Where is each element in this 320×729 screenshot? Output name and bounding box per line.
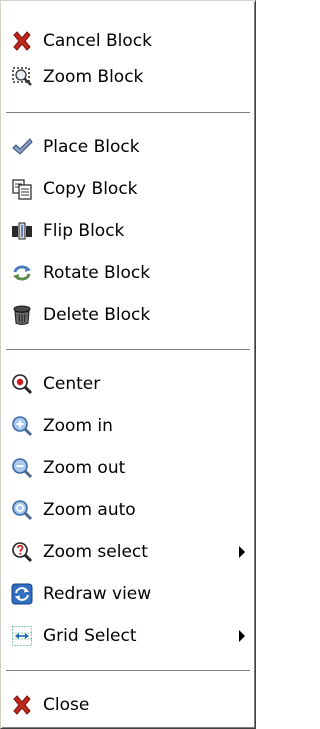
- red-x-icon: [11, 694, 33, 716]
- menu-item-label: Zoom auto: [43, 500, 136, 520]
- menu-item-grid-select[interactable]: Grid Select: [4, 616, 252, 656]
- menu-separator: [6, 670, 250, 672]
- menu-item-label: Flip Block: [43, 221, 125, 241]
- flip-icon: [11, 220, 33, 242]
- checkmark-icon: [11, 136, 33, 158]
- menu-item-rotate-block[interactable]: Rotate Block: [4, 253, 252, 293]
- grid-select-icon: [11, 625, 33, 647]
- rotate-icon: [11, 262, 33, 284]
- menu-item-label: Zoom in: [43, 416, 113, 436]
- menu-item-delete-block[interactable]: Delete Block: [4, 295, 252, 335]
- menu-item-center[interactable]: Center: [4, 364, 252, 404]
- center-magnifier-icon: [11, 373, 33, 395]
- zoom-select-icon: [11, 541, 33, 563]
- copy-icon: [11, 178, 33, 200]
- menu-item-label: Delete Block: [43, 305, 151, 325]
- submenu-arrow-icon: [239, 630, 245, 642]
- menu-item-label: Place Block: [43, 137, 140, 157]
- menu-item-redraw-view[interactable]: Redraw view: [4, 574, 252, 614]
- menu-item-label: Close: [43, 695, 90, 715]
- menu-item-place-block[interactable]: Place Block: [4, 127, 252, 167]
- red-x-icon: [11, 30, 33, 52]
- menu-item-close[interactable]: Close: [4, 685, 252, 725]
- menu-item-label: Cancel Block: [43, 31, 152, 51]
- menu-item-copy-block[interactable]: Copy Block: [4, 169, 252, 209]
- menu-item-label: Redraw view: [43, 584, 152, 604]
- zoom-in-icon: [11, 415, 33, 437]
- menu-item-zoom-out[interactable]: Zoom out: [4, 448, 252, 488]
- menu-separator: [6, 349, 250, 351]
- zoom-auto-icon: [11, 499, 33, 521]
- zoom-out-icon: [11, 457, 33, 479]
- menu-item-label: Rotate Block: [43, 263, 151, 283]
- menu-item-zoom-in[interactable]: Zoom in: [4, 406, 252, 446]
- menu-item-label: Zoom out: [43, 458, 126, 478]
- redraw-icon: [11, 583, 33, 605]
- menu-item-label: Grid Select: [43, 626, 137, 646]
- menu-separator: [6, 112, 250, 114]
- menu-item-zoom-auto[interactable]: Zoom auto: [4, 490, 252, 530]
- menu-item-label: Center: [43, 374, 101, 394]
- context-menu: Cancel Block Zoom Block Place Block Copy…: [0, 0, 256, 729]
- menu-item-zoom-select[interactable]: Zoom select: [4, 532, 252, 572]
- menu-item-zoom-block[interactable]: Zoom Block: [4, 57, 252, 97]
- menu-item-label: Copy Block: [43, 179, 138, 199]
- menu-item-cancel-block[interactable]: Cancel Block: [4, 21, 252, 61]
- trash-icon: [11, 304, 33, 326]
- menu-item-label: Zoom Block: [43, 67, 144, 87]
- submenu-arrow-icon: [239, 546, 245, 558]
- menu-item-label: Zoom select: [43, 542, 148, 562]
- menu-item-flip-block[interactable]: Flip Block: [4, 211, 252, 251]
- zoom-block-icon: [11, 66, 33, 88]
